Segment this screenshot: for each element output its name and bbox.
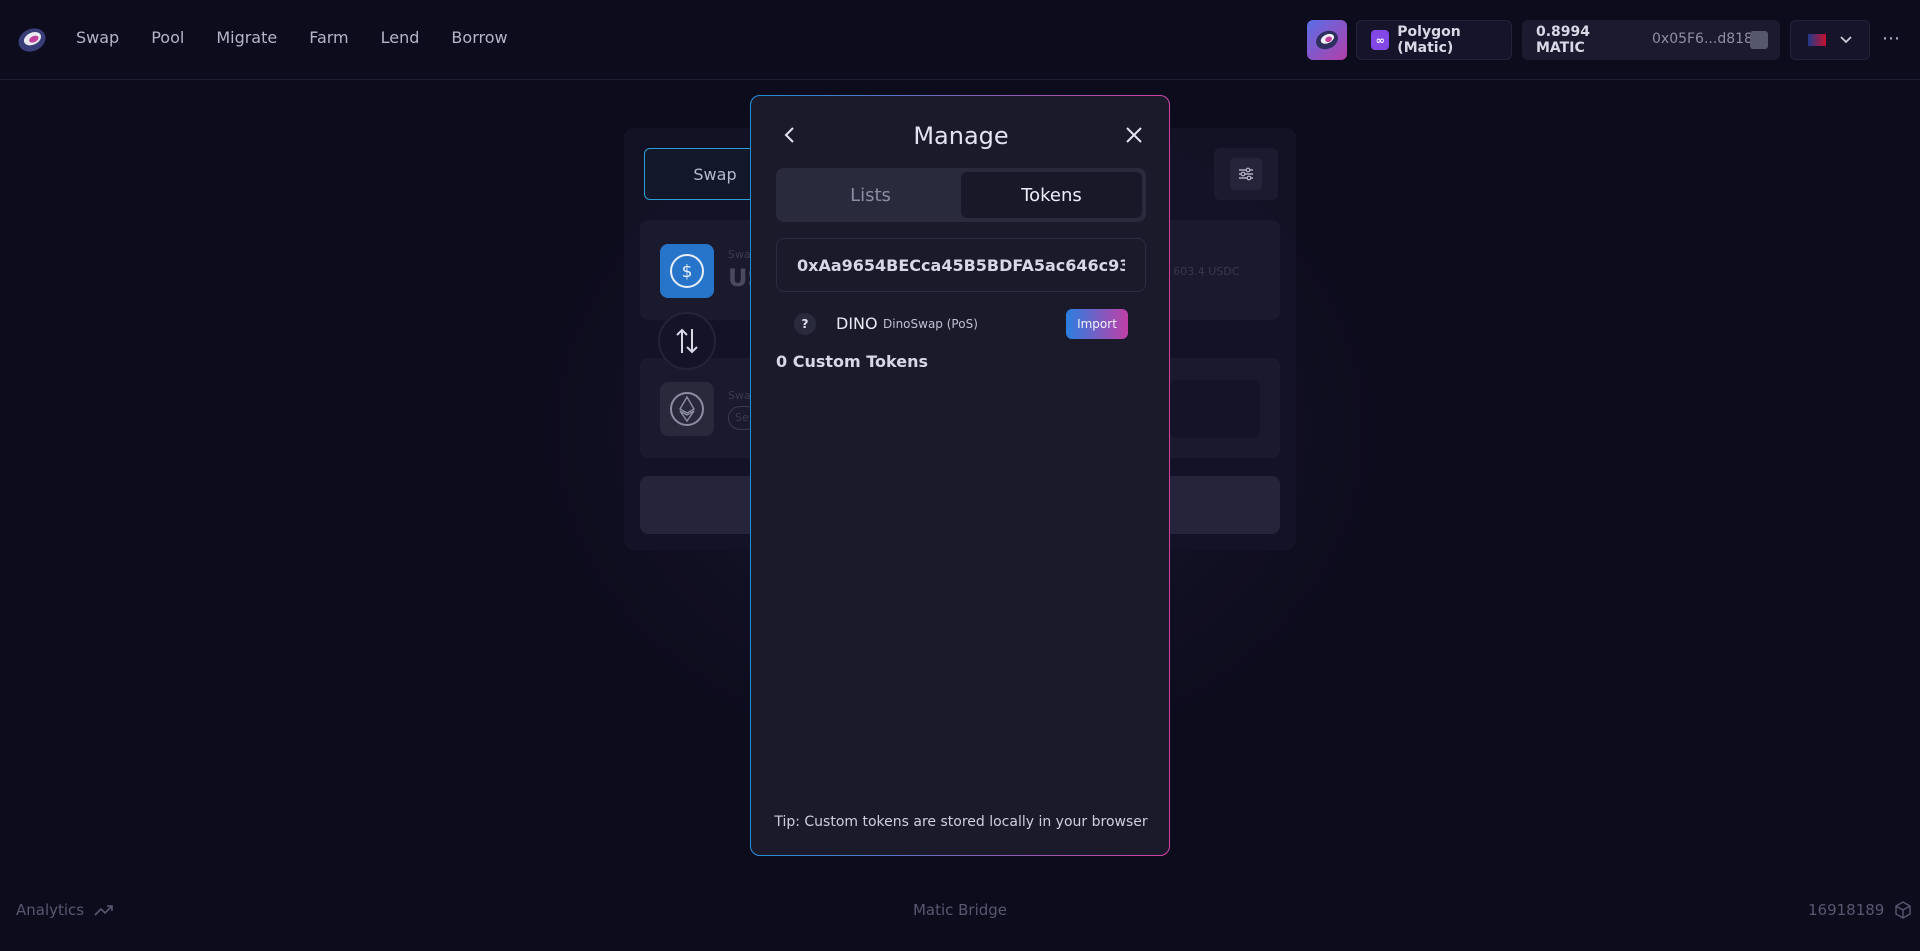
usdc-token-icon[interactable]: $ (660, 244, 714, 298)
nav-pool[interactable]: Pool (151, 28, 184, 47)
main-nav: Swap Pool Migrate Farm Lend Borrow (76, 28, 540, 47)
token-address-input[interactable]: 0xAa9654BECca45B5BDFA5ac646c939C62F527D3… (776, 238, 1146, 292)
account-widget[interactable]: 0.8994 MATIC 0x05F6...d818 (1522, 20, 1780, 60)
network-label: Polygon (Matic) (1397, 24, 1461, 56)
more-menu-icon[interactable]: ⋯ (1882, 28, 1901, 49)
uk-flag-icon (1808, 34, 1826, 46)
language-selector[interactable] (1790, 20, 1870, 60)
close-icon[interactable] (1123, 124, 1145, 146)
token-symbol: DINO (836, 314, 878, 333)
block-number-value: 16918189 (1808, 901, 1885, 919)
cube-icon (1895, 901, 1912, 919)
import-button[interactable]: Import (1066, 309, 1128, 339)
token-search-result: ? DINO DinoSwap (PoS) Import (776, 306, 1146, 342)
nav-lend[interactable]: Lend (381, 28, 420, 47)
select-token-label: Se (735, 411, 749, 424)
matic-bridge-link[interactable]: Matic Bridge (0, 901, 1920, 919)
token-address-value: 0xAa9654BECca45B5BDFA5ac646c939C62F527D3… (797, 255, 1125, 275)
wallet-balance: 0.8994 MATIC (1536, 24, 1591, 56)
wallet-avatar-icon (1750, 31, 1768, 49)
from-label: Swa (728, 248, 751, 261)
swap-direction-button[interactable] (658, 312, 716, 370)
eth-token-icon[interactable] (660, 382, 714, 436)
svg-text:$: $ (682, 262, 693, 282)
unknown-token-icon: ? (794, 313, 816, 335)
modal-title: Manage (913, 122, 1009, 150)
nav-farm[interactable]: Farm (309, 28, 348, 47)
sliders-icon (1239, 167, 1253, 181)
manage-modal: Manage Lists Tokens 0xAa9654BECca45B5BDF… (750, 95, 1170, 856)
custom-tokens-count: 0 Custom Tokens (776, 352, 928, 371)
settings-button[interactable] (1214, 148, 1278, 200)
modal-tip: Tip: Custom tokens are stored locally in… (774, 814, 1148, 830)
chevron-down-icon (1840, 36, 1852, 44)
app-logo-icon[interactable] (16, 24, 48, 56)
nav-swap[interactable]: Swap (76, 28, 119, 47)
nav-borrow[interactable]: Borrow (451, 28, 507, 47)
to-amount-input[interactable] (1170, 380, 1260, 438)
manage-tabs: Lists Tokens (776, 168, 1146, 222)
tab-lists[interactable]: Lists (780, 172, 961, 218)
block-number[interactable]: 16918189 (1808, 901, 1912, 919)
app-switch-button[interactable] (1307, 20, 1347, 60)
network-selector-button[interactable]: ∞ Polygon (Matic) (1356, 20, 1512, 60)
matic-bridge-label: Matic Bridge (912, 901, 1008, 919)
nav-migrate[interactable]: Migrate (216, 28, 277, 47)
app-logo-icon (1316, 30, 1338, 50)
from-balance: : 603.4 USDC (1166, 265, 1240, 278)
to-label: Swa (728, 389, 751, 402)
token-name: DinoSwap (PoS) (883, 317, 978, 331)
manage-modal-body: Manage Lists Tokens 0xAa9654BECca45B5BDF… (751, 96, 1169, 855)
polygon-icon: ∞ (1371, 30, 1390, 50)
wallet-address[interactable]: 0x05F6...d818 (1652, 31, 1753, 47)
tab-tokens[interactable]: Tokens (961, 172, 1142, 218)
swap-arrows-icon (676, 328, 698, 354)
